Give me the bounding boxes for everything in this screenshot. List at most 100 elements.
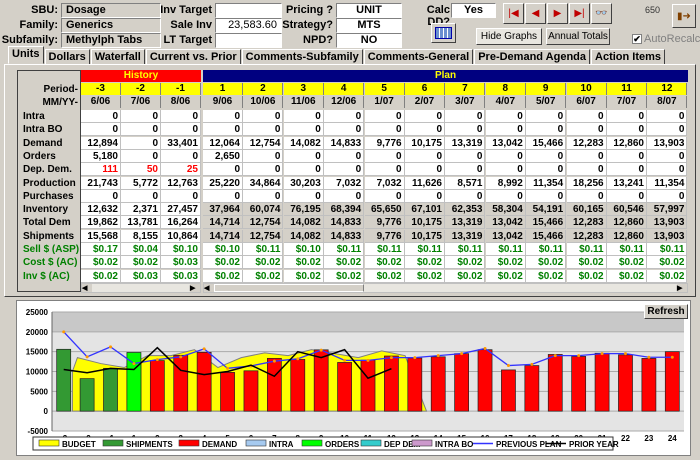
tab-comments-general[interactable]: Comments-General (363, 49, 474, 64)
grid-cell[interactable]: 0 (526, 110, 567, 123)
grid-cell[interactable]: 7,032 (324, 176, 365, 190)
grid-cell[interactable]: 14,833 (324, 216, 365, 230)
grid-cell[interactable]: 0 (607, 189, 647, 203)
grid-cell[interactable]: 0 (405, 149, 445, 163)
grid-cell[interactable]: $0.02 (526, 269, 567, 283)
grid-cell[interactable]: $0.02 (647, 256, 688, 270)
grid-cell[interactable]: 0 (243, 110, 284, 123)
grid-cell[interactable]: 0 (405, 110, 445, 123)
grid-cell[interactable]: 5,180 (81, 149, 121, 163)
grid-cell[interactable]: $0.02 (445, 256, 486, 270)
grid-cell[interactable]: $0.11 (445, 243, 486, 256)
grid-cell[interactable]: $0.02 (445, 269, 486, 283)
grid-cell[interactable]: 12,632 (81, 203, 121, 217)
grid-cell[interactable]: 12,754 (243, 229, 284, 243)
grid-cell[interactable]: 60,546 (607, 203, 647, 217)
grid-cell[interactable]: 0 (243, 163, 284, 177)
grid-cell[interactable]: $0.02 (405, 256, 445, 270)
grid-cell[interactable]: 0 (445, 123, 486, 137)
grid-cell[interactable]: $0.02 (364, 256, 405, 270)
grid-cell[interactable]: 0 (526, 123, 567, 137)
grid-cell[interactable]: 30,203 (283, 176, 324, 190)
grid-cell[interactable]: 12,064 (203, 136, 243, 150)
grid-cell[interactable]: 60,165 (566, 203, 607, 217)
grid-cell[interactable]: 0 (283, 110, 324, 123)
grid-cell[interactable]: 27,457 (161, 203, 201, 217)
grid-cell[interactable]: 12,754 (243, 216, 284, 230)
grid-cell[interactable]: 0 (485, 189, 526, 203)
grid-cell[interactable]: 50 (121, 163, 161, 177)
grid-cell[interactable]: $0.11 (364, 243, 405, 256)
grid-cell[interactable]: 0 (283, 149, 324, 163)
grid-cell[interactable]: 12,283 (566, 136, 607, 150)
grid-cell[interactable]: 11,626 (405, 176, 445, 190)
grid-cell[interactable]: 13,042 (485, 216, 526, 230)
grid-cell[interactable]: 54,191 (526, 203, 567, 217)
grid-cell[interactable]: 9,776 (364, 136, 405, 150)
calc-dd-field[interactable]: Yes (451, 3, 496, 18)
grid-cell[interactable]: $0.11 (566, 243, 607, 256)
grid-cell[interactable]: 0 (364, 149, 405, 163)
grid-cell[interactable]: 0 (445, 163, 486, 177)
grid-cell[interactable]: 16,264 (161, 216, 201, 230)
grid-cell[interactable]: 0 (203, 189, 243, 203)
grid-cell[interactable]: 0 (647, 149, 688, 163)
grid-cell[interactable]: $0.02 (485, 269, 526, 283)
grid-cell[interactable]: 13,903 (647, 229, 688, 243)
grid-cell[interactable]: $0.02 (243, 256, 284, 270)
tab-pre-demand-agenda[interactable]: Pre-Demand Agenda (474, 49, 591, 64)
grid-cell[interactable]: 0 (283, 123, 324, 137)
grid-cell[interactable]: 2,650 (203, 149, 243, 163)
grid-cell[interactable]: 0 (283, 163, 324, 177)
grid-cell[interactable]: 60,074 (243, 203, 284, 217)
grid-cell[interactable]: 0 (243, 123, 284, 137)
grid-cell[interactable]: $0.10 (161, 243, 201, 256)
grid-cell[interactable]: $0.11 (485, 243, 526, 256)
grid-cell[interactable]: 0 (566, 123, 607, 137)
grid-cell[interactable]: 0 (324, 149, 365, 163)
grid-cell[interactable]: 0 (283, 189, 324, 203)
grid-cell[interactable]: $0.03 (161, 269, 201, 283)
sale-inv-input[interactable]: 23,583.60 (215, 18, 282, 33)
grid-cell[interactable]: 0 (364, 110, 405, 123)
grid-cell[interactable]: 0 (203, 110, 243, 123)
grid-cell[interactable]: 12,283 (566, 229, 607, 243)
grid-cell[interactable]: 0 (485, 123, 526, 137)
grid-cell[interactable]: 11,354 (647, 176, 688, 190)
grid-cell[interactable]: 0 (81, 123, 121, 137)
grid-cell[interactable]: $0.03 (121, 269, 161, 283)
grid-cell[interactable]: 0 (647, 189, 688, 203)
grid-cell[interactable]: 14,833 (324, 136, 365, 150)
grid-cell[interactable]: $0.02 (243, 269, 284, 283)
annual-totals-button[interactable]: Annual Totals (546, 28, 610, 45)
grid-cell[interactable]: 0 (566, 163, 607, 177)
grid-cell[interactable]: 8,992 (485, 176, 526, 190)
grid-cell[interactable]: $0.11 (526, 243, 567, 256)
grid-cell[interactable]: 0 (526, 149, 567, 163)
grid-cell[interactable]: $0.03 (161, 256, 201, 270)
grid-cell[interactable]: 0 (364, 189, 405, 203)
grid-cell[interactable]: 15,466 (526, 136, 567, 150)
grid-cell[interactable]: 12,860 (607, 216, 647, 230)
grid-cell[interactable]: 25 (161, 163, 201, 177)
grid-cell[interactable]: $0.02 (647, 269, 688, 283)
grid-cell[interactable]: $0.02 (81, 269, 121, 283)
grid-cell[interactable]: 76,195 (283, 203, 324, 217)
grid-cell[interactable]: $0.17 (81, 243, 121, 256)
grid-cell[interactable]: 0 (121, 189, 161, 203)
pricing-field[interactable]: UNIT (336, 3, 402, 18)
grid-cell[interactable]: 25,220 (203, 176, 243, 190)
grid-cell[interactable]: $0.10 (203, 243, 243, 256)
grid-cell[interactable]: 0 (405, 163, 445, 177)
grid-cell[interactable]: $0.02 (203, 256, 243, 270)
grid-cell[interactable]: 0 (203, 163, 243, 177)
grid-cell[interactable]: 111 (81, 163, 121, 177)
grid-cell[interactable]: 15,466 (526, 229, 567, 243)
grid-cell[interactable]: 13,319 (445, 136, 486, 150)
find-button[interactable]: 👓 (591, 3, 612, 24)
grid-cell[interactable]: 15,466 (526, 216, 567, 230)
grid-cell[interactable]: $0.11 (647, 243, 688, 256)
grid-cell[interactable]: 12,754 (243, 136, 284, 150)
grid-cell[interactable]: 13,903 (647, 216, 688, 230)
grid-cell[interactable]: 9,776 (364, 229, 405, 243)
